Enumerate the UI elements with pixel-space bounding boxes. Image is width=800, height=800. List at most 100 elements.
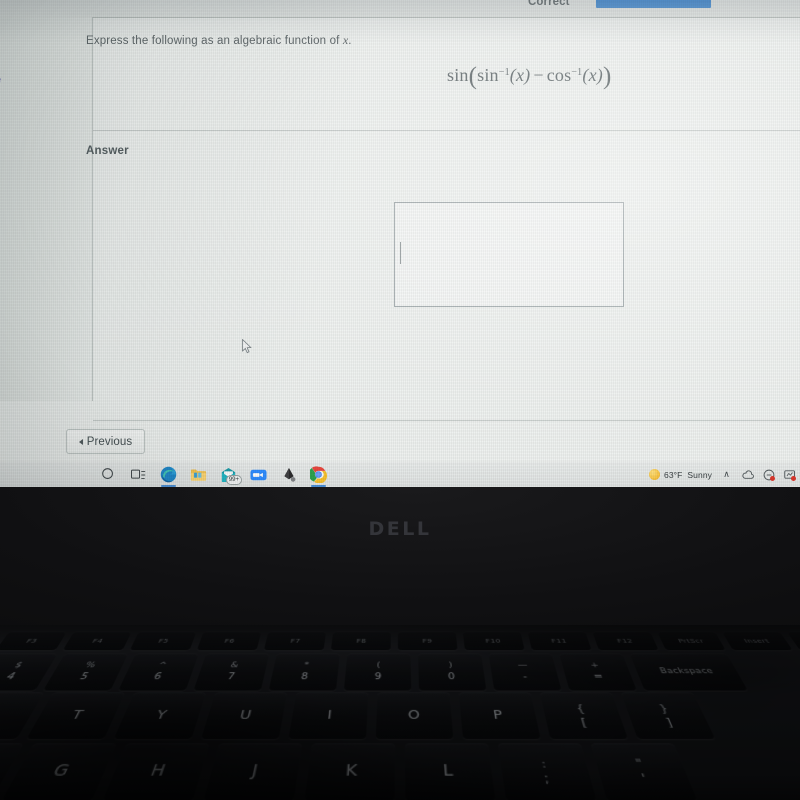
key-5[interactable]: % 5 xyxy=(43,653,129,691)
key-top-label: " xyxy=(633,756,646,772)
keyboard-home-row: DFGHJKL:;"' xyxy=(0,737,800,800)
key-top-label: $ xyxy=(12,661,25,670)
show-hidden-icons-button[interactable]: ∧ xyxy=(720,468,733,481)
key--[interactable]: + = xyxy=(559,653,637,691)
key--[interactable]: }] xyxy=(620,692,716,740)
key-main-label: F11 xyxy=(550,637,568,644)
submit-button[interactable] xyxy=(596,0,711,8)
key-main-label: 0 xyxy=(447,671,456,682)
network-battery-icon[interactable] xyxy=(783,468,796,481)
inkscape-icon[interactable] xyxy=(280,466,297,483)
previous-button[interactable]: Previous xyxy=(66,429,145,454)
key-f6[interactable]: F6 xyxy=(196,631,262,651)
key-f3[interactable]: F3 xyxy=(0,631,68,651)
weather-widget[interactable]: 63°F Sunny xyxy=(649,469,712,480)
key-f10[interactable]: F10 xyxy=(462,631,525,651)
key-main-label: 7 xyxy=(226,671,236,682)
key-f9[interactable]: F9 xyxy=(397,631,458,651)
key-7[interactable]: & 7 xyxy=(193,653,270,691)
zoom-icon[interactable] xyxy=(250,466,267,483)
text-caret xyxy=(400,242,401,264)
key-top-label: } xyxy=(656,702,671,715)
notification-icon[interactable] xyxy=(762,468,775,481)
key-0[interactable]: ) 0 xyxy=(417,653,487,691)
answer-input[interactable] xyxy=(394,202,624,307)
status-strip-divider xyxy=(92,17,800,18)
key-top-label: ^ xyxy=(156,661,169,670)
key--[interactable]: " ' xyxy=(590,743,698,800)
key-main-label: F6 xyxy=(223,637,236,644)
key-main-label: I xyxy=(326,707,334,723)
key-main-label: ' xyxy=(639,771,650,787)
chevron-left-icon xyxy=(78,438,83,445)
side-link[interactable]: e xyxy=(0,74,1,86)
key-f7[interactable]: F7 xyxy=(263,631,327,651)
key-main-label: F12 xyxy=(615,637,634,644)
key-f4[interactable]: F4 xyxy=(62,631,132,651)
key-main-label: 6 xyxy=(152,671,164,682)
key-o[interactable]: O xyxy=(375,692,454,740)
laptop-bezel: DELL xyxy=(0,487,800,625)
browser-page: Correct e Express the following as an al… xyxy=(0,0,800,462)
key-main-label: 8 xyxy=(300,671,309,682)
key-y[interactable]: Y xyxy=(113,692,207,740)
key-main-label: F9 xyxy=(422,637,433,644)
key-top-label: * xyxy=(303,661,310,670)
math-first-arg: (x) xyxy=(509,65,531,85)
chrome-icon[interactable] xyxy=(310,466,327,487)
key-f5[interactable]: F5 xyxy=(129,631,197,651)
key-main-label: F8 xyxy=(356,637,367,644)
key-main-label: H xyxy=(147,761,169,781)
key-main-label: - xyxy=(522,671,528,682)
nav-divider xyxy=(93,420,800,421)
page-gutter-divider xyxy=(92,17,93,401)
edge-icon[interactable] xyxy=(160,466,177,487)
task-view-icon[interactable] xyxy=(130,466,147,483)
key-u[interactable]: U xyxy=(201,692,288,740)
page-left-gutter xyxy=(0,0,93,401)
key-f12[interactable]: F12 xyxy=(592,631,659,651)
key-t[interactable]: T xyxy=(26,692,126,740)
question-prompt-suffix: . xyxy=(348,35,352,47)
key-l[interactable]: L xyxy=(404,743,496,800)
key-k[interactable]: K xyxy=(304,743,396,800)
key--[interactable]: — - xyxy=(488,653,562,691)
key-main-label: G xyxy=(49,761,74,781)
onedrive-icon[interactable] xyxy=(741,468,754,481)
key-main-label: F3 xyxy=(24,637,40,644)
math-first-fn: sin xyxy=(477,65,499,85)
key-top-label: ) xyxy=(448,661,453,670)
key-main-label: T xyxy=(68,707,87,723)
key-main-label: 5 xyxy=(78,671,91,682)
weather-condition: Sunny xyxy=(687,469,712,480)
key-8[interactable]: * 8 xyxy=(268,653,340,691)
key-prtscr[interactable]: PrtScr xyxy=(657,631,726,651)
key-p[interactable]: P xyxy=(458,692,541,740)
key--[interactable]: {[ xyxy=(539,692,629,740)
file-explorer-icon[interactable] xyxy=(190,466,207,483)
key-main-label: ; xyxy=(542,771,552,787)
key-h[interactable]: H xyxy=(102,743,210,800)
keyboard-qwerty-row: ERTYUIOP{[}] xyxy=(0,689,800,740)
key-f8[interactable]: F8 xyxy=(330,631,391,651)
math-second-arg: (x) xyxy=(582,65,603,85)
keyboard-function-row: F2F3F4F5F6F7F8F9F10F11F12PrtScrInsertDel… xyxy=(0,628,800,651)
search-icon[interactable] xyxy=(100,466,117,483)
key-top-label: & xyxy=(229,661,240,670)
laptop-keyboard: F2F3F4F5F6F7F8F9F10F11F12PrtScrInsertDel… xyxy=(0,625,800,800)
notification-badge-dot xyxy=(770,476,775,481)
key-i[interactable]: I xyxy=(288,692,369,740)
key--[interactable]: :; xyxy=(497,743,597,800)
mail-icon[interactable]: 99+ xyxy=(220,466,242,485)
mouse-cursor-icon xyxy=(242,339,252,354)
key-main-label: R xyxy=(0,707,4,723)
key-9[interactable]: (9 xyxy=(343,653,412,691)
key-j[interactable]: J xyxy=(203,743,303,800)
key-6[interactable]: ^ 6 xyxy=(118,653,199,691)
key-backspace[interactable]: Backspace xyxy=(629,653,748,691)
key-f11[interactable]: F11 xyxy=(527,631,592,651)
previous-button-label: Previous xyxy=(86,435,133,448)
key-main-label: P xyxy=(492,707,505,723)
key-main-label: L xyxy=(442,761,455,781)
key-insert[interactable]: Insert xyxy=(721,631,793,651)
